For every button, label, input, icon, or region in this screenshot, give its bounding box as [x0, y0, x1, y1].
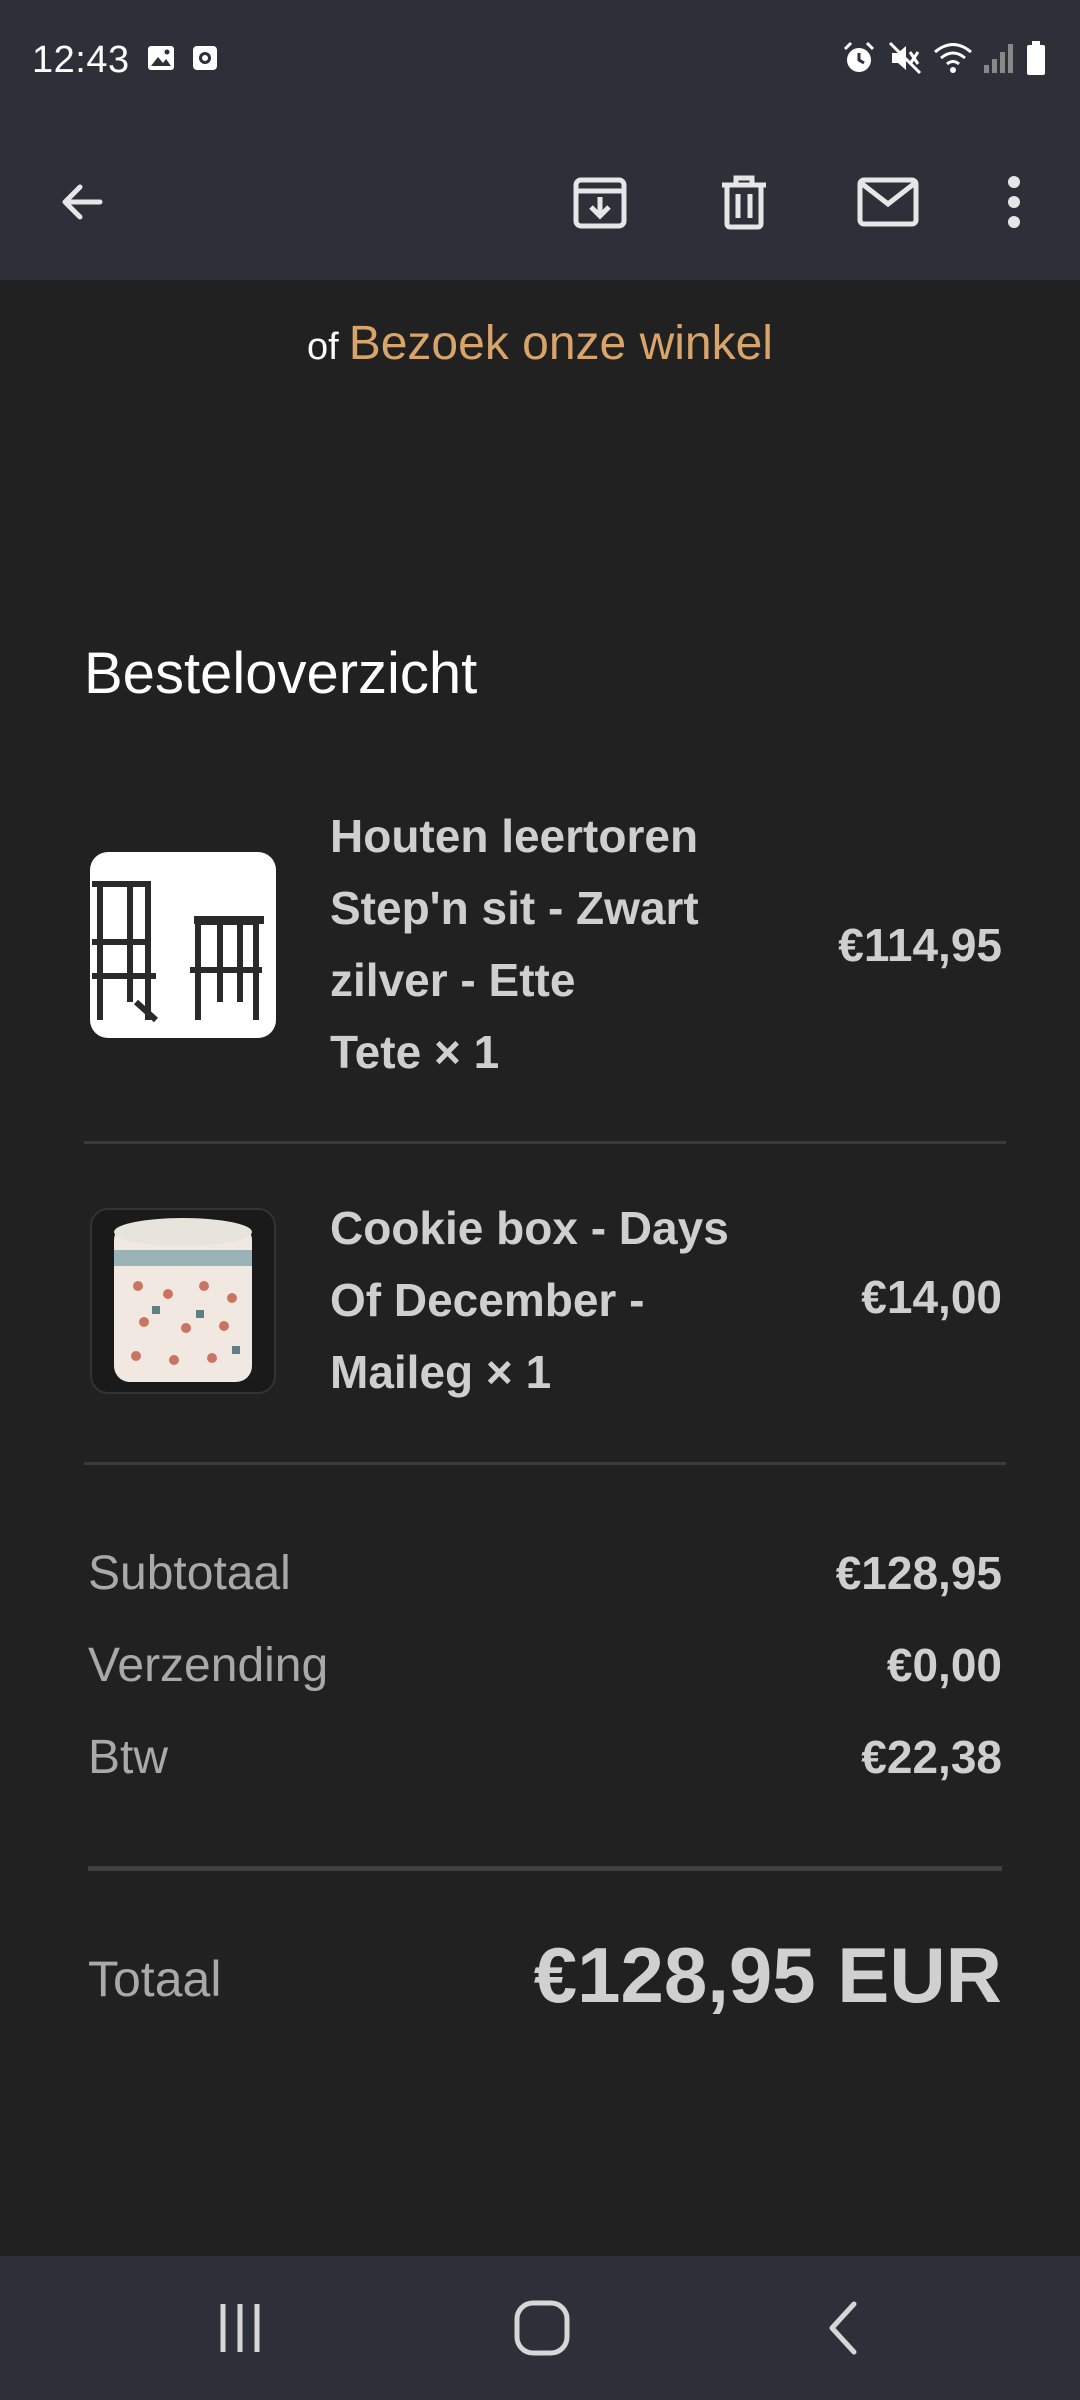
image-icon	[146, 43, 176, 78]
summary-label: Verzending	[88, 1639, 329, 1692]
item-title: Cookie box - Days Of December - Maileg ×…	[330, 1192, 729, 1408]
summary-label: Btw	[88, 1731, 169, 1784]
summary-value: €128,95	[835, 1547, 1002, 1599]
total-divider	[88, 1866, 1002, 1871]
item-title-line: Of December -	[330, 1274, 645, 1326]
cookie-box-image	[90, 1208, 276, 1394]
order-item: Cookie box - Days Of December - Maileg ×…	[84, 1192, 1006, 1422]
camera-icon	[190, 43, 220, 78]
visit-store-link[interactable]: Bezoek onze winkel	[349, 317, 773, 370]
item-title-line: Step'n sit - Zwart	[330, 882, 699, 934]
item-price: €14,00	[861, 1271, 1002, 1323]
visit-store-line: of Bezoek onze winkel	[0, 316, 1080, 371]
total-label: Totaal	[88, 1951, 222, 2007]
item-title: Houten leertoren Step'n sit - Zwart zilv…	[330, 800, 699, 1088]
vat-row: Btw €22,38	[88, 1730, 1002, 1790]
shipping-row: Verzending €0,00	[88, 1638, 1002, 1698]
mail-icon[interactable]	[852, 166, 924, 238]
status-bar: 12:43	[0, 0, 1080, 120]
back-arrow-icon[interactable]	[46, 166, 118, 238]
home-icon[interactable]	[500, 2286, 584, 2370]
item-divider	[84, 1462, 1006, 1465]
recents-icon[interactable]	[198, 2286, 282, 2370]
learning-tower-image	[90, 852, 276, 1038]
more-vert-icon[interactable]	[978, 166, 1050, 238]
back-icon[interactable]	[802, 2286, 886, 2370]
order-item: Houten leertoren Step'n sit - Zwart zilv…	[84, 800, 1006, 1100]
subtotal-row: Subtotaal €128,95	[88, 1546, 1002, 1606]
battery-icon	[1024, 39, 1048, 82]
archive-icon[interactable]	[564, 166, 636, 238]
app-bar	[0, 120, 1080, 280]
item-title-line: Cookie box - Days	[330, 1202, 729, 1254]
item-title-line: Houten leertoren	[330, 810, 699, 862]
summary-label: Subtotaal	[88, 1547, 291, 1600]
visit-prefix: of	[307, 326, 339, 368]
delete-icon[interactable]	[708, 166, 780, 238]
wifi-icon	[932, 39, 974, 82]
signal-icon	[982, 39, 1016, 82]
item-title-line: Maileg × 1	[330, 1346, 552, 1398]
total-value: €128,95 EUR	[533, 1931, 1002, 2019]
status-time: 12:43	[32, 38, 130, 81]
mute-icon	[886, 39, 924, 82]
item-title-line: Tete × 1	[330, 1026, 500, 1078]
item-title-line: zilver - Ette	[330, 954, 576, 1006]
order-summary-title: Besteloverzicht	[84, 641, 478, 706]
item-divider	[84, 1141, 1006, 1144]
item-price: €114,95	[838, 919, 1002, 971]
summary-value: €22,38	[861, 1731, 1002, 1783]
system-nav-bar	[0, 2256, 1080, 2400]
summary-value: €0,00	[886, 1639, 1002, 1691]
email-body: of Bezoek onze winkel Besteloverzicht Hou…	[0, 280, 1080, 2256]
alarm-icon	[840, 39, 878, 82]
